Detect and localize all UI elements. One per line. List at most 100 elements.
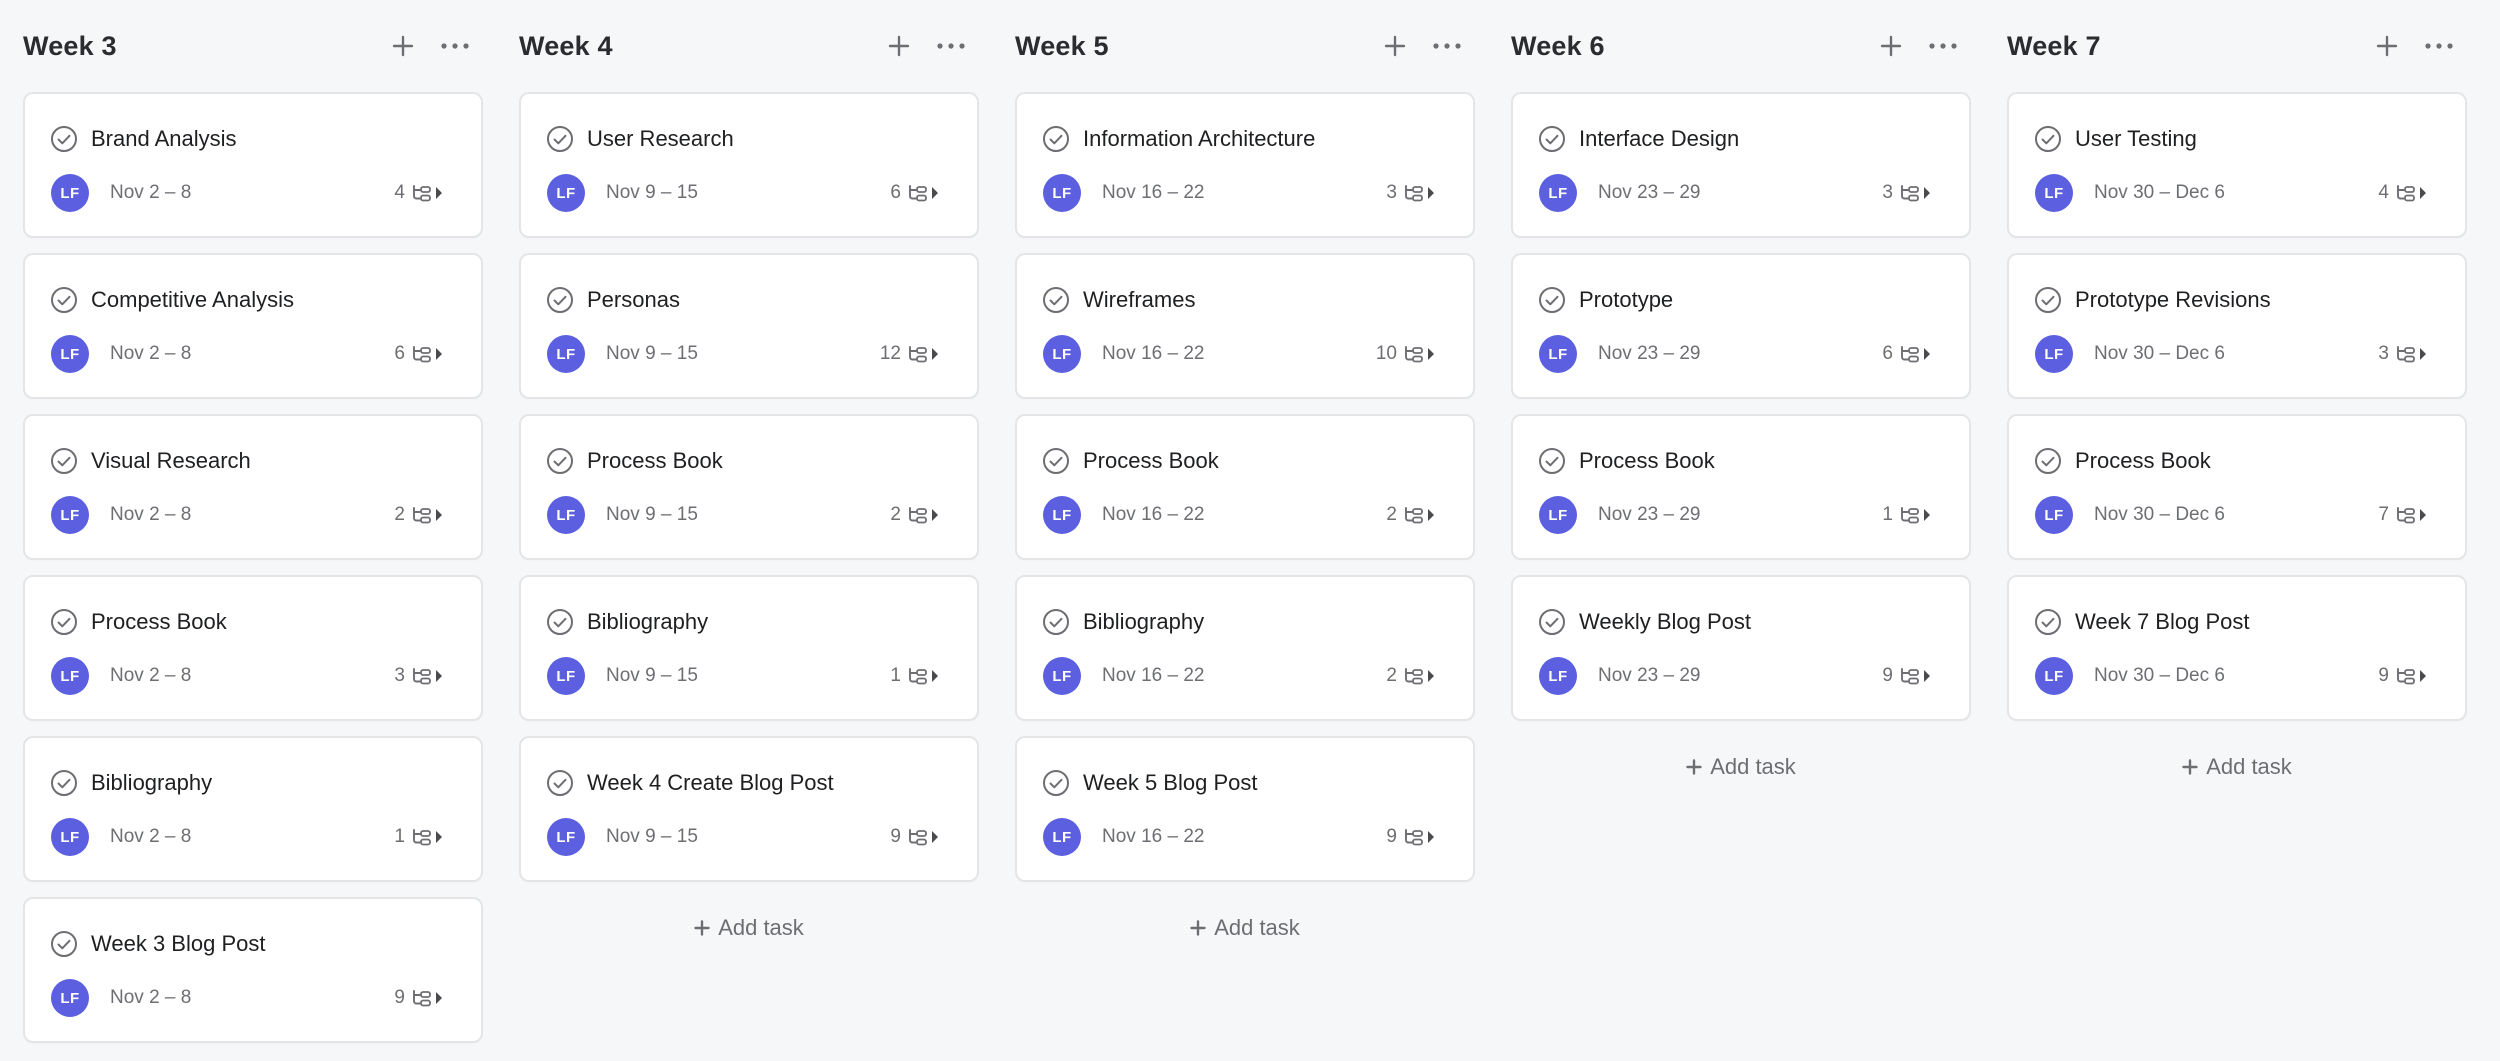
task-card[interactable]: Week 3 Blog Post LF Nov 2 – 8 9 <box>23 897 483 1043</box>
complete-checkbox[interactable] <box>2035 287 2061 313</box>
subtask-toggle[interactable]: 1 <box>890 665 939 687</box>
add-task-plus-button[interactable] <box>2369 28 2405 64</box>
avatar[interactable]: LF <box>1539 174 1577 212</box>
avatar[interactable]: LF <box>547 174 585 212</box>
subtask-toggle[interactable]: 7 <box>2378 504 2427 526</box>
add-task-plus-button[interactable] <box>1377 28 1413 64</box>
avatar[interactable]: LF <box>1539 335 1577 373</box>
avatar[interactable]: LF <box>51 818 89 856</box>
task-card[interactable]: Visual Research LF Nov 2 – 8 2 <box>23 414 483 560</box>
complete-checkbox[interactable] <box>51 770 77 796</box>
task-card[interactable]: Information Architecture LF Nov 16 – 22 … <box>1015 92 1475 238</box>
task-card[interactable]: Prototype Revisions LF Nov 30 – Dec 6 3 <box>2007 253 2467 399</box>
subtask-toggle[interactable]: 9 <box>2378 665 2427 687</box>
complete-checkbox[interactable] <box>1043 126 1069 152</box>
complete-checkbox[interactable] <box>1043 609 1069 635</box>
complete-checkbox[interactable] <box>1043 448 1069 474</box>
avatar[interactable]: LF <box>51 496 89 534</box>
complete-checkbox[interactable] <box>51 448 77 474</box>
column-more-button[interactable] <box>1429 28 1465 64</box>
avatar[interactable]: LF <box>1043 818 1081 856</box>
task-card[interactable]: Prototype LF Nov 23 – 29 6 <box>1511 253 1971 399</box>
column-more-button[interactable] <box>1925 28 1961 64</box>
subtask-toggle[interactable]: 9 <box>890 826 939 848</box>
due-date[interactable]: Nov 23 – 29 <box>1598 182 1882 204</box>
task-card[interactable]: Brand Analysis LF Nov 2 – 8 4 <box>23 92 483 238</box>
complete-checkbox[interactable] <box>1539 126 1565 152</box>
subtask-toggle[interactable]: 3 <box>1386 182 1435 204</box>
column-title[interactable]: Week 3 <box>23 31 385 62</box>
due-date[interactable]: Nov 9 – 15 <box>606 504 890 526</box>
complete-checkbox[interactable] <box>2035 448 2061 474</box>
subtask-toggle[interactable]: 2 <box>890 504 939 526</box>
task-card[interactable]: Bibliography LF Nov 2 – 8 1 <box>23 736 483 882</box>
avatar[interactable]: LF <box>1043 174 1081 212</box>
column-title[interactable]: Week 7 <box>2007 31 2369 62</box>
task-card[interactable]: User Testing LF Nov 30 – Dec 6 4 <box>2007 92 2467 238</box>
due-date[interactable]: Nov 9 – 15 <box>606 826 890 848</box>
complete-checkbox[interactable] <box>2035 126 2061 152</box>
add-task-plus-button[interactable] <box>1873 28 1909 64</box>
due-date[interactable]: Nov 30 – Dec 6 <box>2094 504 2378 526</box>
subtask-toggle[interactable]: 10 <box>1376 343 1435 365</box>
due-date[interactable]: Nov 16 – 22 <box>1102 343 1376 365</box>
complete-checkbox[interactable] <box>547 770 573 796</box>
add-task-plus-button[interactable] <box>385 28 421 64</box>
task-card[interactable]: Wireframes LF Nov 16 – 22 10 <box>1015 253 1475 399</box>
due-date[interactable]: Nov 16 – 22 <box>1102 504 1386 526</box>
column-more-button[interactable] <box>2421 28 2457 64</box>
subtask-toggle[interactable]: 9 <box>1386 826 1435 848</box>
complete-checkbox[interactable] <box>1043 287 1069 313</box>
avatar[interactable]: LF <box>1043 335 1081 373</box>
complete-checkbox[interactable] <box>1539 609 1565 635</box>
due-date[interactable]: Nov 2 – 8 <box>110 343 394 365</box>
subtask-toggle[interactable]: 2 <box>394 504 443 526</box>
add-task-button[interactable]: Add task <box>2007 743 2467 791</box>
due-date[interactable]: Nov 2 – 8 <box>110 987 394 1009</box>
due-date[interactable]: Nov 30 – Dec 6 <box>2094 182 2378 204</box>
complete-checkbox[interactable] <box>547 126 573 152</box>
task-card[interactable]: Bibliography LF Nov 9 – 15 1 <box>519 575 979 721</box>
task-card[interactable]: Process Book LF Nov 30 – Dec 6 7 <box>2007 414 2467 560</box>
due-date[interactable]: Nov 16 – 22 <box>1102 182 1386 204</box>
task-card[interactable]: Weekly Blog Post LF Nov 23 – 29 9 <box>1511 575 1971 721</box>
avatar[interactable]: LF <box>1539 657 1577 695</box>
due-date[interactable]: Nov 9 – 15 <box>606 665 890 687</box>
subtask-toggle[interactable]: 9 <box>1882 665 1931 687</box>
complete-checkbox[interactable] <box>1539 287 1565 313</box>
due-date[interactable]: Nov 16 – 22 <box>1102 826 1386 848</box>
avatar[interactable]: LF <box>2035 335 2073 373</box>
task-card[interactable]: Bibliography LF Nov 16 – 22 2 <box>1015 575 1475 721</box>
subtask-toggle[interactable]: 12 <box>880 343 939 365</box>
add-task-plus-button[interactable] <box>881 28 917 64</box>
avatar[interactable]: LF <box>547 335 585 373</box>
task-card[interactable]: Personas LF Nov 9 – 15 12 <box>519 253 979 399</box>
column-more-button[interactable] <box>933 28 969 64</box>
due-date[interactable]: Nov 2 – 8 <box>110 826 394 848</box>
complete-checkbox[interactable] <box>51 126 77 152</box>
column-more-button[interactable] <box>437 28 473 64</box>
avatar[interactable]: LF <box>1043 657 1081 695</box>
avatar[interactable]: LF <box>1539 496 1577 534</box>
add-task-button[interactable]: Add task <box>1511 743 1971 791</box>
task-card[interactable]: User Research LF Nov 9 – 15 6 <box>519 92 979 238</box>
subtask-toggle[interactable]: 6 <box>1882 343 1931 365</box>
avatar[interactable]: LF <box>547 818 585 856</box>
task-card[interactable]: Interface Design LF Nov 23 – 29 3 <box>1511 92 1971 238</box>
due-date[interactable]: Nov 30 – Dec 6 <box>2094 343 2378 365</box>
subtask-toggle[interactable]: 6 <box>890 182 939 204</box>
subtask-toggle[interactable]: 9 <box>394 987 443 1009</box>
avatar[interactable]: LF <box>51 979 89 1017</box>
task-card[interactable]: Week 4 Create Blog Post LF Nov 9 – 15 9 <box>519 736 979 882</box>
due-date[interactable]: Nov 9 – 15 <box>606 182 890 204</box>
complete-checkbox[interactable] <box>51 931 77 957</box>
add-task-button[interactable]: Add task <box>1015 904 1475 952</box>
complete-checkbox[interactable] <box>547 448 573 474</box>
complete-checkbox[interactable] <box>547 609 573 635</box>
avatar[interactable]: LF <box>51 335 89 373</box>
column-title[interactable]: Week 4 <box>519 31 881 62</box>
due-date[interactable]: Nov 23 – 29 <box>1598 343 1882 365</box>
avatar[interactable]: LF <box>51 174 89 212</box>
task-card[interactable]: Process Book LF Nov 16 – 22 2 <box>1015 414 1475 560</box>
subtask-toggle[interactable]: 2 <box>1386 504 1435 526</box>
